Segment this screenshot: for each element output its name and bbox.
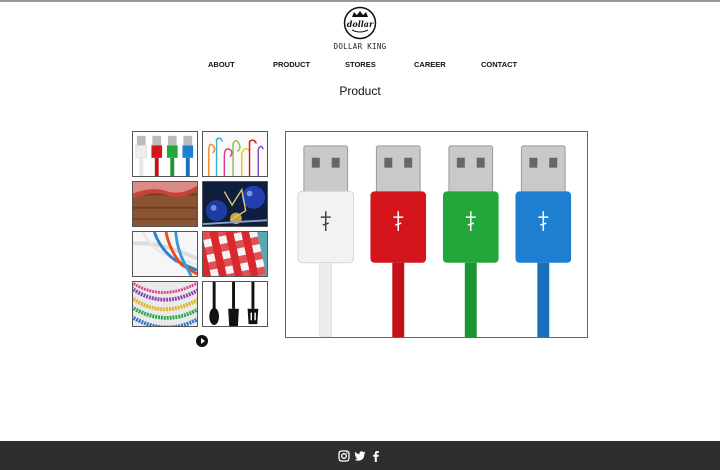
thumbnail-checkered-tablecloth[interactable] (132, 181, 198, 227)
nav-item-product[interactable]: PRODUCT (273, 60, 310, 69)
logo-badge-text: dollar (347, 19, 374, 29)
nav-item-career[interactable]: CAREER (414, 60, 446, 69)
thumbnail-red-white-gingham[interactable] (202, 231, 268, 277)
play-icon[interactable] (196, 335, 208, 347)
thumbnail-kitchen-utensils[interactable] (202, 281, 268, 327)
nav-item-stores[interactable]: STORES (345, 60, 376, 69)
facebook-icon[interactable] (370, 450, 382, 462)
thumbnail-party-straws[interactable] (202, 131, 268, 177)
main-nav: ABOUT PRODUCT STORES CAREER CONTACT (0, 60, 720, 72)
nav-item-about[interactable]: ABOUT (208, 60, 235, 69)
logo-badge-icon: dollar (343, 6, 377, 40)
thumbnail-network-cables[interactable] (132, 231, 198, 277)
top-border (0, 0, 720, 2)
brand-name: DOLLAR KING (333, 42, 387, 51)
brand-logo[interactable]: dollar DOLLAR KING (331, 6, 389, 51)
thumbnail-christmas-ornaments[interactable] (202, 181, 268, 227)
page-title: Product (339, 84, 381, 98)
footer (0, 441, 720, 470)
instagram-icon[interactable] (338, 450, 350, 462)
twitter-icon[interactable] (354, 450, 366, 462)
thumbnail-usb-cables[interactable] (132, 131, 198, 177)
nav-item-contact[interactable]: CONTACT (481, 60, 517, 69)
main-product-image (285, 131, 588, 338)
thumbnail-mardi-gras-beads[interactable] (132, 281, 198, 327)
